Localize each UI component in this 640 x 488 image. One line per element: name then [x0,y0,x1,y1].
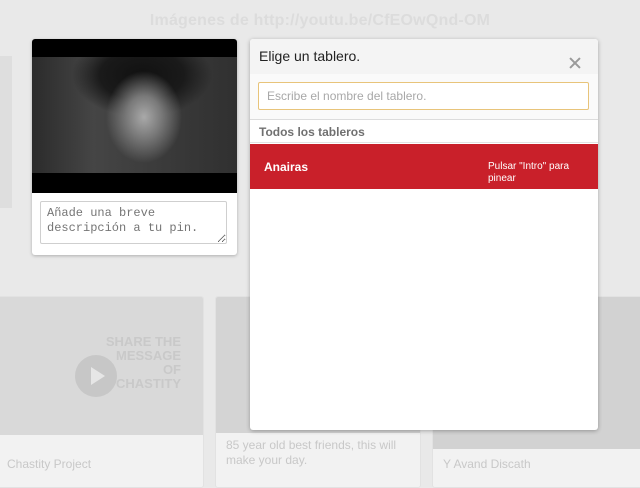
background-strip [0,56,12,208]
board-name: Anairas [264,160,309,174]
background-card-caption: Chastity Project [7,457,92,471]
section-divider [250,142,598,143]
enter-to-pin-hint: Pulsar "Intro" para pinear [488,161,570,184]
background-card-caption: 85 year old best friends, this will make… [226,438,397,467]
board-search-bar [250,74,598,120]
dialog-header: Elige un tablero. [250,39,598,75]
pin-description-input[interactable] [40,201,227,244]
board-item-anairas[interactable]: Anairas Pulsar "Intro" para pinear [250,144,598,189]
pin-preview-card [32,39,237,255]
board-search-input[interactable] [258,82,589,110]
board-picker-dialog: Elige un tablero. Todos los tableros Ana… [250,39,598,430]
pin-image [32,39,237,193]
dialog-title: Elige un tablero. [259,48,361,64]
close-icon[interactable] [568,56,582,70]
pin-photo [32,57,237,173]
background-card-caption: Y Avand Discath [443,457,531,471]
background-promo-text: SHARE THE MESSAGE OF CHASTITY [105,334,181,391]
background-pin-card: SHARE THE MESSAGE OF CHASTITY Chastity P… [0,296,204,488]
background-page-title: Imágenes de http://youtu.be/CfEOwQnd-OM [149,12,491,29]
all-boards-label: Todos los tableros [259,125,365,139]
